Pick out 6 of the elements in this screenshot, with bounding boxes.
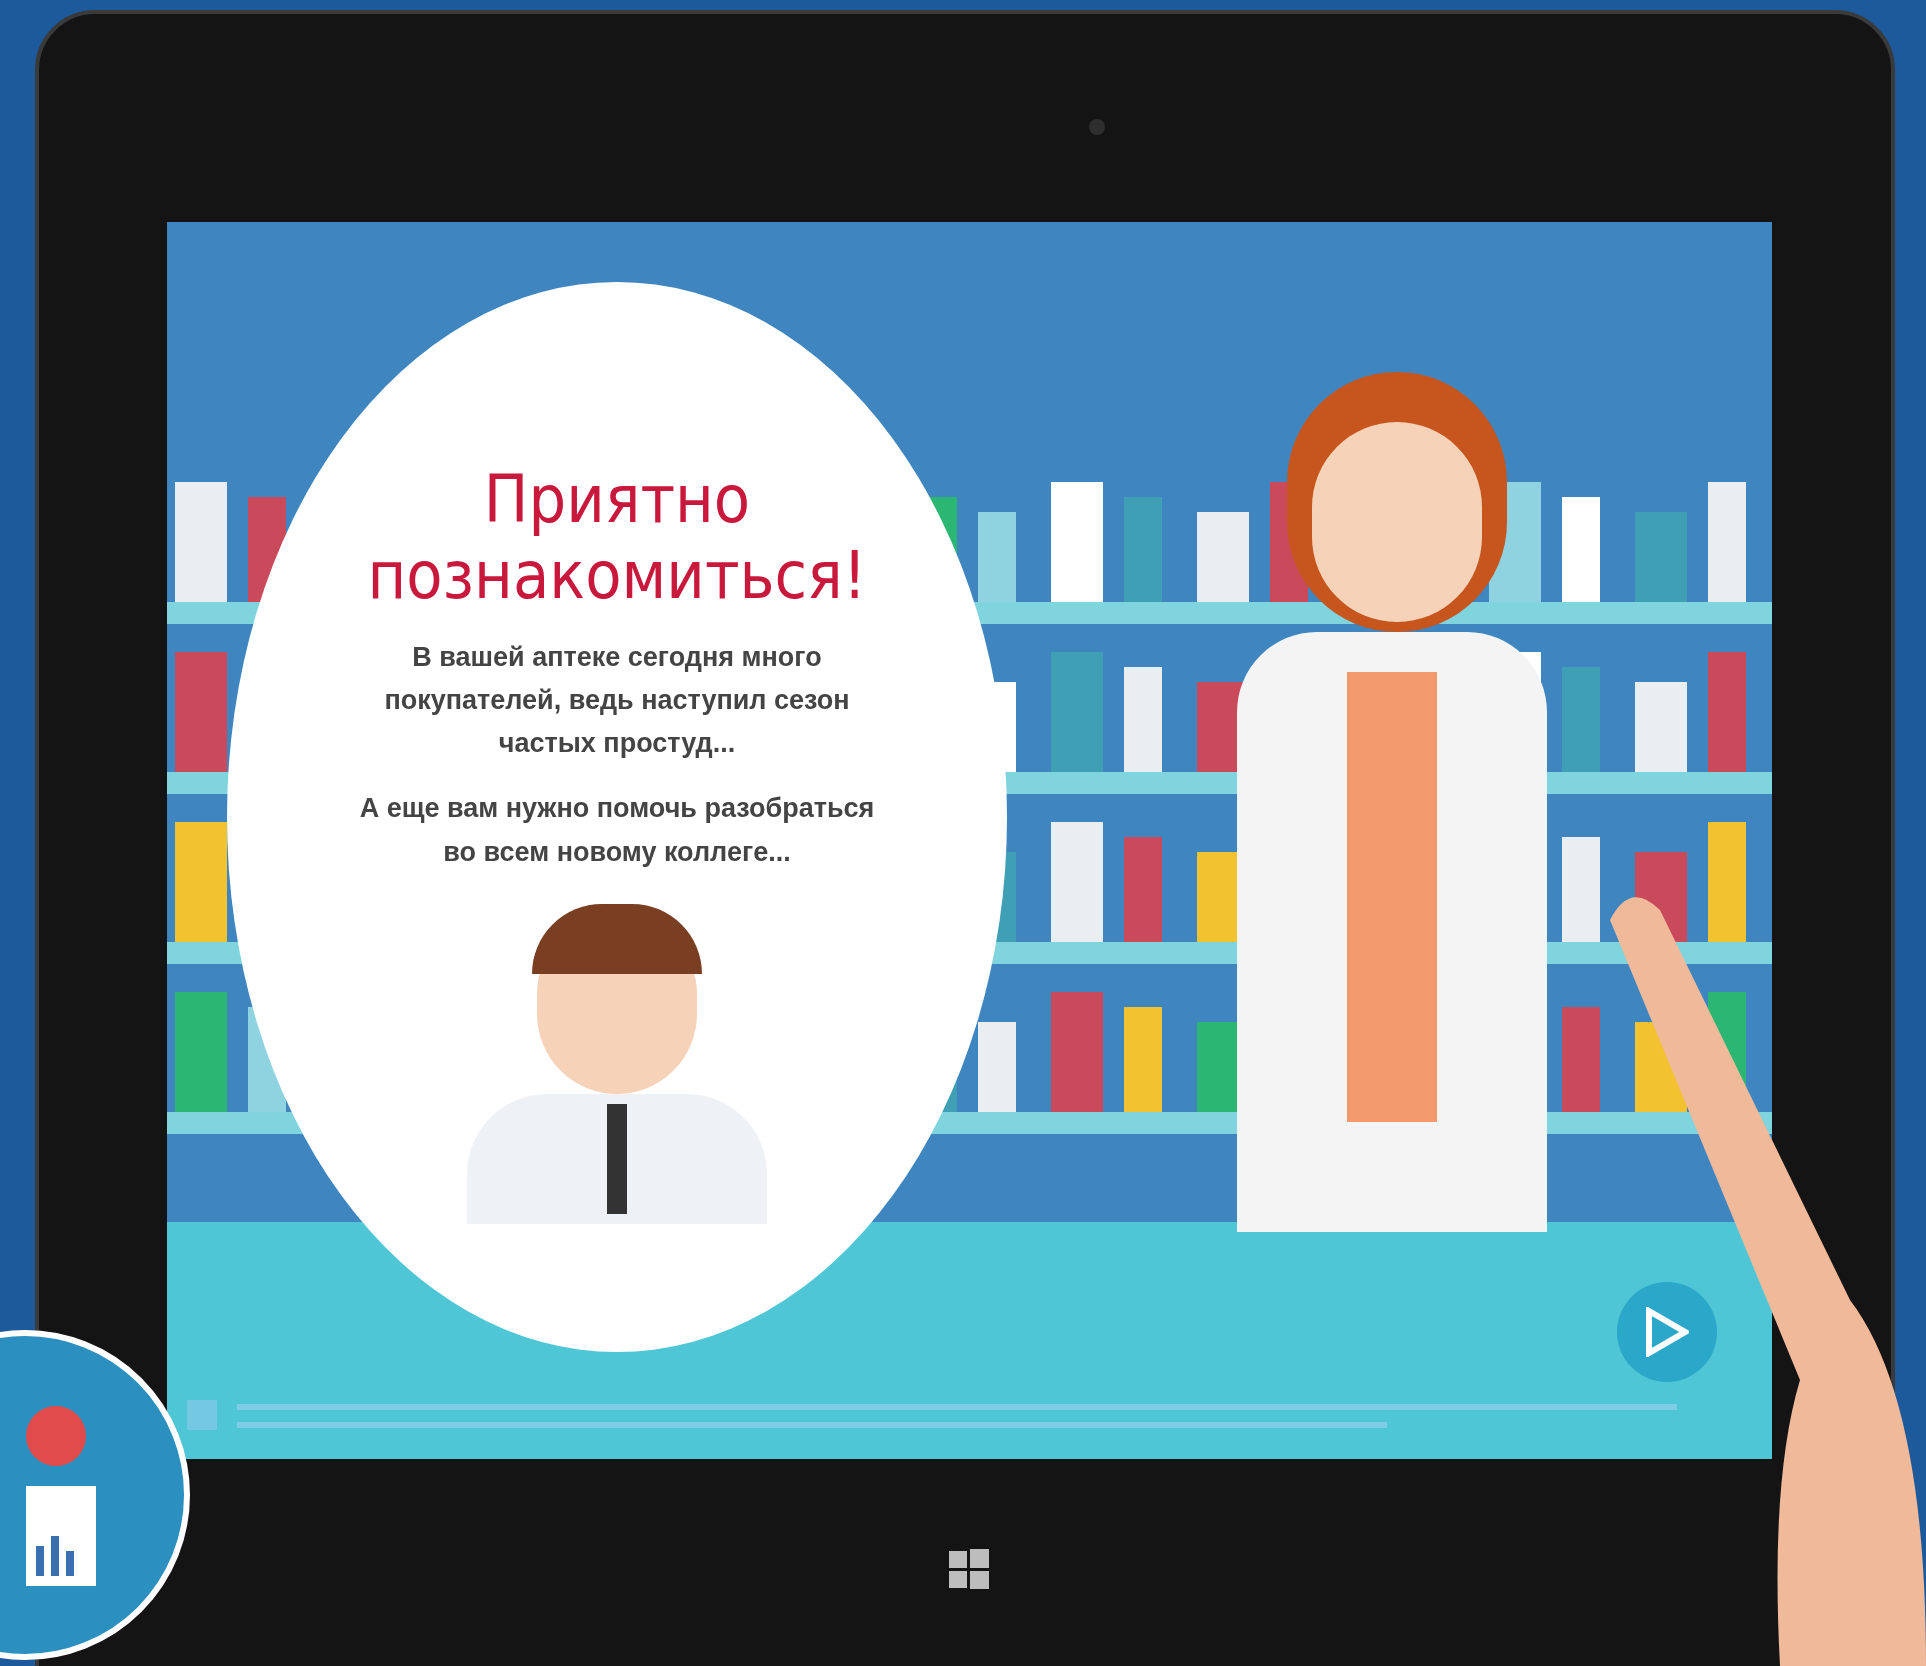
slide-paragraph: А еще вам нужно помочь разобраться во всем новому коллеге... xyxy=(358,792,876,869)
play-icon xyxy=(1645,1307,1689,1357)
windows-logo-icon xyxy=(949,1549,989,1589)
slide-paragraph: В вашей аптеке сегодня много покупателей, ведь наступил сезон частых простуд... xyxy=(383,640,851,761)
camera-icon xyxy=(1089,119,1105,135)
slide-title: Приятно познакомиться! xyxy=(366,462,868,614)
